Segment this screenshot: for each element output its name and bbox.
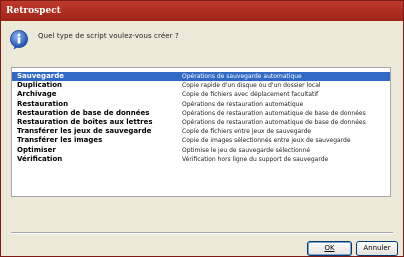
info-icon bbox=[10, 30, 28, 50]
list-item[interactable]: Optimiser Optimise le jeu de sauvegarde s… bbox=[12, 146, 390, 155]
list-item[interactable]: Duplication Copie rapide d'un disque ou d… bbox=[12, 81, 390, 90]
window-title: Retrospect bbox=[1, 1, 403, 21]
list-item[interactable]: Transférer les images Copie de images sél… bbox=[12, 136, 390, 145]
script-type-name: Vérification bbox=[17, 154, 63, 163]
script-type-description: Vérification hors ligne du support de sa… bbox=[182, 155, 329, 163]
script-type-description: Copie de fichiers entre jeux de sauvegar… bbox=[182, 128, 312, 136]
script-type-name: Duplication bbox=[17, 81, 63, 90]
script-type-name: Restauration bbox=[17, 99, 69, 108]
script-type-list[interactable]: Sauvegarde Opérations de sauvegarde autom… bbox=[11, 67, 391, 197]
list-item[interactable]: Restauration de base de données Opération… bbox=[12, 109, 390, 118]
script-type-description: Opérations de restauration automatique d… bbox=[182, 109, 366, 117]
list-item[interactable]: Restauration Opérations de restauration a… bbox=[12, 100, 390, 109]
list-item[interactable]: Archivage Copie de fichiers avec déplacem… bbox=[12, 90, 390, 99]
list-item[interactable]: Transférer les jeux de sauvegarde Copie d… bbox=[12, 127, 390, 136]
ok-button[interactable]: OK bbox=[307, 241, 352, 256]
script-type-name: Transférer les images bbox=[17, 136, 103, 145]
script-type-name: Optimiser bbox=[17, 145, 56, 154]
script-type-description: Optimise le jeu de sauvegarde sélectionn… bbox=[182, 146, 311, 154]
script-type-description: Opérations de sauvegarde automatique bbox=[182, 73, 302, 80]
ok-button-label: OK bbox=[324, 244, 335, 252]
list-item[interactable]: Restauration de boîtes aux lettres Opérat… bbox=[12, 118, 390, 127]
list-item[interactable]: Sauvegarde Opérations de sauvegarde autom… bbox=[12, 72, 390, 81]
script-type-name: Restauration de base de données bbox=[17, 108, 150, 117]
script-type-description: Copie de images sélectionnés entre jeux … bbox=[182, 137, 351, 145]
script-type-description: Copie rapide d'un disque ou d'un dossier… bbox=[182, 82, 321, 90]
script-type-description: Opérations de restauration automatique bbox=[182, 100, 304, 108]
divider bbox=[11, 232, 393, 234]
cancel-button[interactable]: Annuler bbox=[356, 241, 398, 256]
script-type-name: Transférer les jeux de sauvegarde bbox=[17, 127, 152, 136]
script-type-description: Opérations de restauration automatique d… bbox=[182, 119, 366, 126]
list-item[interactable]: Vérification Vérification hors ligne du s… bbox=[12, 155, 390, 164]
script-type-name: Sauvegarde bbox=[17, 72, 65, 80]
dialog-prompt: Quel type de script voulez-vous créer ? bbox=[38, 32, 179, 40]
script-type-name: Restauration de boîtes aux lettres bbox=[17, 118, 153, 126]
script-type-description: Copie de fichiers avec déplacement facul… bbox=[182, 91, 319, 99]
dialog-window: Retrospect Quel type de script voulez-vo… bbox=[0, 0, 404, 257]
script-type-name: Archivage bbox=[17, 90, 57, 99]
